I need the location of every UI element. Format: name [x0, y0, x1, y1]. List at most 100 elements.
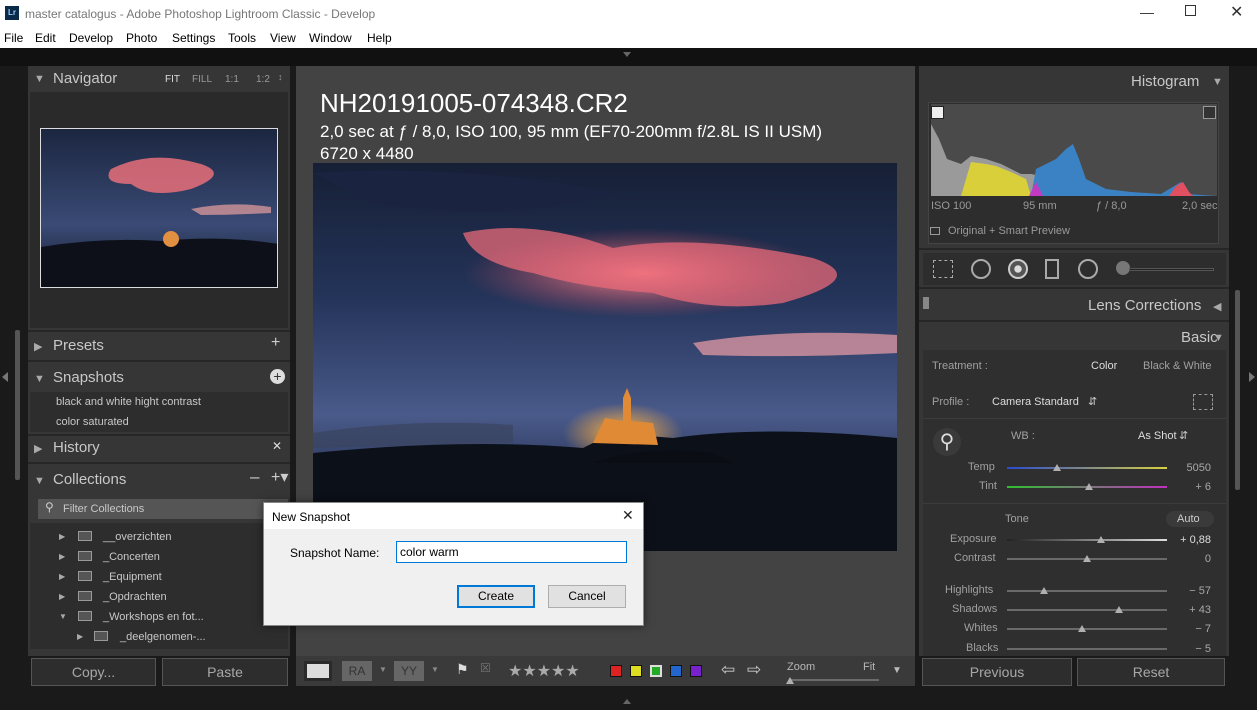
temp-slider[interactable] — [1007, 467, 1167, 469]
menu-help[interactable]: Help — [367, 31, 392, 45]
loupe-view-icon[interactable] — [304, 661, 332, 681]
treatment-color[interactable]: Color — [1091, 360, 1117, 372]
color-label-blue[interactable] — [670, 665, 682, 677]
snapshots-title[interactable]: Snapshots — [53, 369, 124, 386]
navigator-area[interactable] — [30, 92, 288, 328]
red-eye-icon[interactable] — [1008, 259, 1028, 279]
snapshot-name-value[interactable]: color warm — [400, 545, 459, 559]
chevron-updown-icon[interactable]: ⇵ — [1179, 429, 1188, 442]
create-button[interactable]: Create — [457, 585, 535, 608]
zoom-arrows-icon[interactable]: ↕ — [278, 72, 283, 82]
previous-button[interactable]: Previous — [922, 658, 1072, 686]
main-photo[interactable] — [313, 163, 897, 551]
highlight-clipping-icon[interactable] — [1203, 106, 1216, 119]
histogram-title[interactable]: Histogram — [1131, 73, 1199, 90]
exposure-value[interactable]: + 0,88 — [1171, 534, 1211, 546]
highlights-slider-knob[interactable] — [1040, 587, 1048, 594]
reset-button[interactable]: Reset — [1077, 658, 1225, 686]
navigator-collapse-icon[interactable]: ▼ — [34, 73, 45, 85]
wb-select[interactable]: As Shot — [1138, 430, 1177, 442]
wb-eyedropper-icon[interactable]: ⚲ — [933, 428, 961, 456]
add-collection-icon[interactable]: +▾ — [271, 467, 288, 487]
collection-item[interactable]: _Workshops en fot... — [103, 611, 204, 623]
chevron-down-icon[interactable]: ▼ — [379, 665, 387, 674]
spot-removal-icon[interactable] — [971, 259, 991, 279]
previous-photo-icon[interactable]: ⇦ — [721, 660, 735, 680]
collection-item[interactable]: _deelgenomen-... — [120, 631, 206, 643]
left-scrollbar[interactable] — [15, 330, 20, 480]
whites-slider-knob[interactable] — [1078, 625, 1086, 632]
collection-item[interactable]: _Opdrachten — [103, 591, 167, 603]
presets-expand-icon[interactable]: ▶ — [34, 340, 42, 353]
color-label-yellow[interactable] — [630, 665, 642, 677]
menu-window[interactable]: Window — [309, 31, 352, 45]
shadow-clipping-icon[interactable] — [931, 106, 944, 119]
remove-collection-icon[interactable]: – — [250, 467, 259, 487]
cancel-button[interactable]: Cancel — [548, 585, 626, 608]
collections-collapse-icon[interactable]: ▼ — [34, 475, 45, 487]
contrast-value[interactable]: 0 — [1171, 553, 1211, 565]
temp-slider-knob[interactable] — [1053, 464, 1061, 471]
zoom-fill[interactable]: FILL — [192, 74, 212, 85]
profile-select[interactable]: Camera Standard — [992, 396, 1079, 408]
filter-collections-input[interactable]: Filter Collections — [63, 503, 144, 515]
whites-slider[interactable] — [1007, 628, 1167, 630]
zoom-slider[interactable] — [789, 679, 879, 681]
auto-tone-label[interactable]: Auto — [1177, 513, 1200, 525]
shadows-slider-knob[interactable] — [1115, 606, 1123, 613]
collection-item[interactable]: _Concerten — [103, 551, 160, 563]
close-button[interactable]: ✕ — [1230, 2, 1243, 22]
color-label-red[interactable] — [610, 665, 622, 677]
menu-tools[interactable]: Tools — [228, 31, 256, 45]
minimize-button[interactable]: — — [1140, 4, 1154, 20]
expand-icon[interactable]: ▶ — [59, 592, 65, 601]
treatment-bw[interactable]: Black & White — [1143, 360, 1211, 372]
history-expand-icon[interactable]: ▶ — [34, 442, 42, 455]
menu-develop[interactable]: Develop — [69, 31, 113, 45]
crop-tool-icon[interactable] — [933, 260, 953, 278]
add-snapshot-icon[interactable]: + — [270, 369, 285, 384]
expand-icon[interactable]: ▶ — [59, 552, 65, 561]
bottom-panel-toggle[interactable] — [623, 699, 631, 704]
color-label-purple[interactable] — [690, 665, 702, 677]
highlights-value[interactable]: − 57 — [1171, 585, 1211, 597]
toolbar-menu-icon[interactable]: ▼ — [892, 665, 902, 676]
zoom-fit[interactable]: FIT — [165, 74, 180, 85]
menu-settings[interactable]: Settings — [172, 31, 215, 45]
temp-value[interactable]: 5050 — [1171, 462, 1211, 474]
maximize-button[interactable] — [1185, 5, 1196, 16]
snapshot-name-input[interactable]: color warm — [396, 541, 627, 563]
snapshot-item[interactable]: color saturated — [56, 416, 129, 428]
basic-collapse-icon[interactable]: ▼ — [1213, 332, 1224, 344]
exposure-slider[interactable] — [1007, 539, 1167, 541]
whites-value[interactable]: − 7 — [1171, 623, 1211, 635]
lens-corrections-title[interactable]: Lens Corrections — [1088, 297, 1201, 314]
blacks-value[interactable]: − 5 — [1171, 643, 1211, 655]
shadows-value[interactable]: + 43 — [1171, 604, 1211, 616]
right-scrollbar[interactable] — [1235, 290, 1240, 490]
navigator-preview[interactable] — [40, 128, 278, 288]
menu-edit[interactable]: Edit — [35, 31, 56, 45]
tint-slider-knob[interactable] — [1085, 483, 1093, 490]
compare-view-icon[interactable]: YY — [394, 661, 424, 681]
panel-switch-icon[interactable] — [923, 297, 929, 309]
star-rating-icon[interactable]: ★★★★★ — [508, 661, 580, 681]
presets-title[interactable]: Presets — [53, 337, 104, 354]
histogram-collapse-icon[interactable]: ▼ — [1212, 76, 1223, 88]
lens-expand-icon[interactable]: ◀ — [1213, 300, 1221, 313]
flag-icon[interactable]: ⚑ — [456, 661, 469, 678]
menu-view[interactable]: View — [270, 31, 296, 45]
exposure-slider-knob[interactable] — [1097, 536, 1105, 543]
snapshot-item[interactable]: black and white hight contrast — [56, 396, 201, 408]
top-panel-toggle[interactable] — [0, 48, 1257, 66]
profile-browser-icon[interactable] — [1193, 394, 1213, 410]
brush-size-icon[interactable] — [1116, 261, 1130, 275]
collection-item[interactable]: __overzichten — [103, 531, 172, 543]
highlights-slider[interactable] — [1007, 590, 1167, 592]
contrast-slider-knob[interactable] — [1083, 555, 1091, 562]
graduated-filter-icon[interactable] — [1045, 259, 1059, 279]
shadows-slider[interactable] — [1007, 609, 1167, 611]
expand-icon[interactable]: ▶ — [59, 532, 65, 541]
reject-flag-icon[interactable]: ☒ — [480, 661, 491, 675]
expand-icon[interactable]: ▶ — [77, 632, 83, 641]
